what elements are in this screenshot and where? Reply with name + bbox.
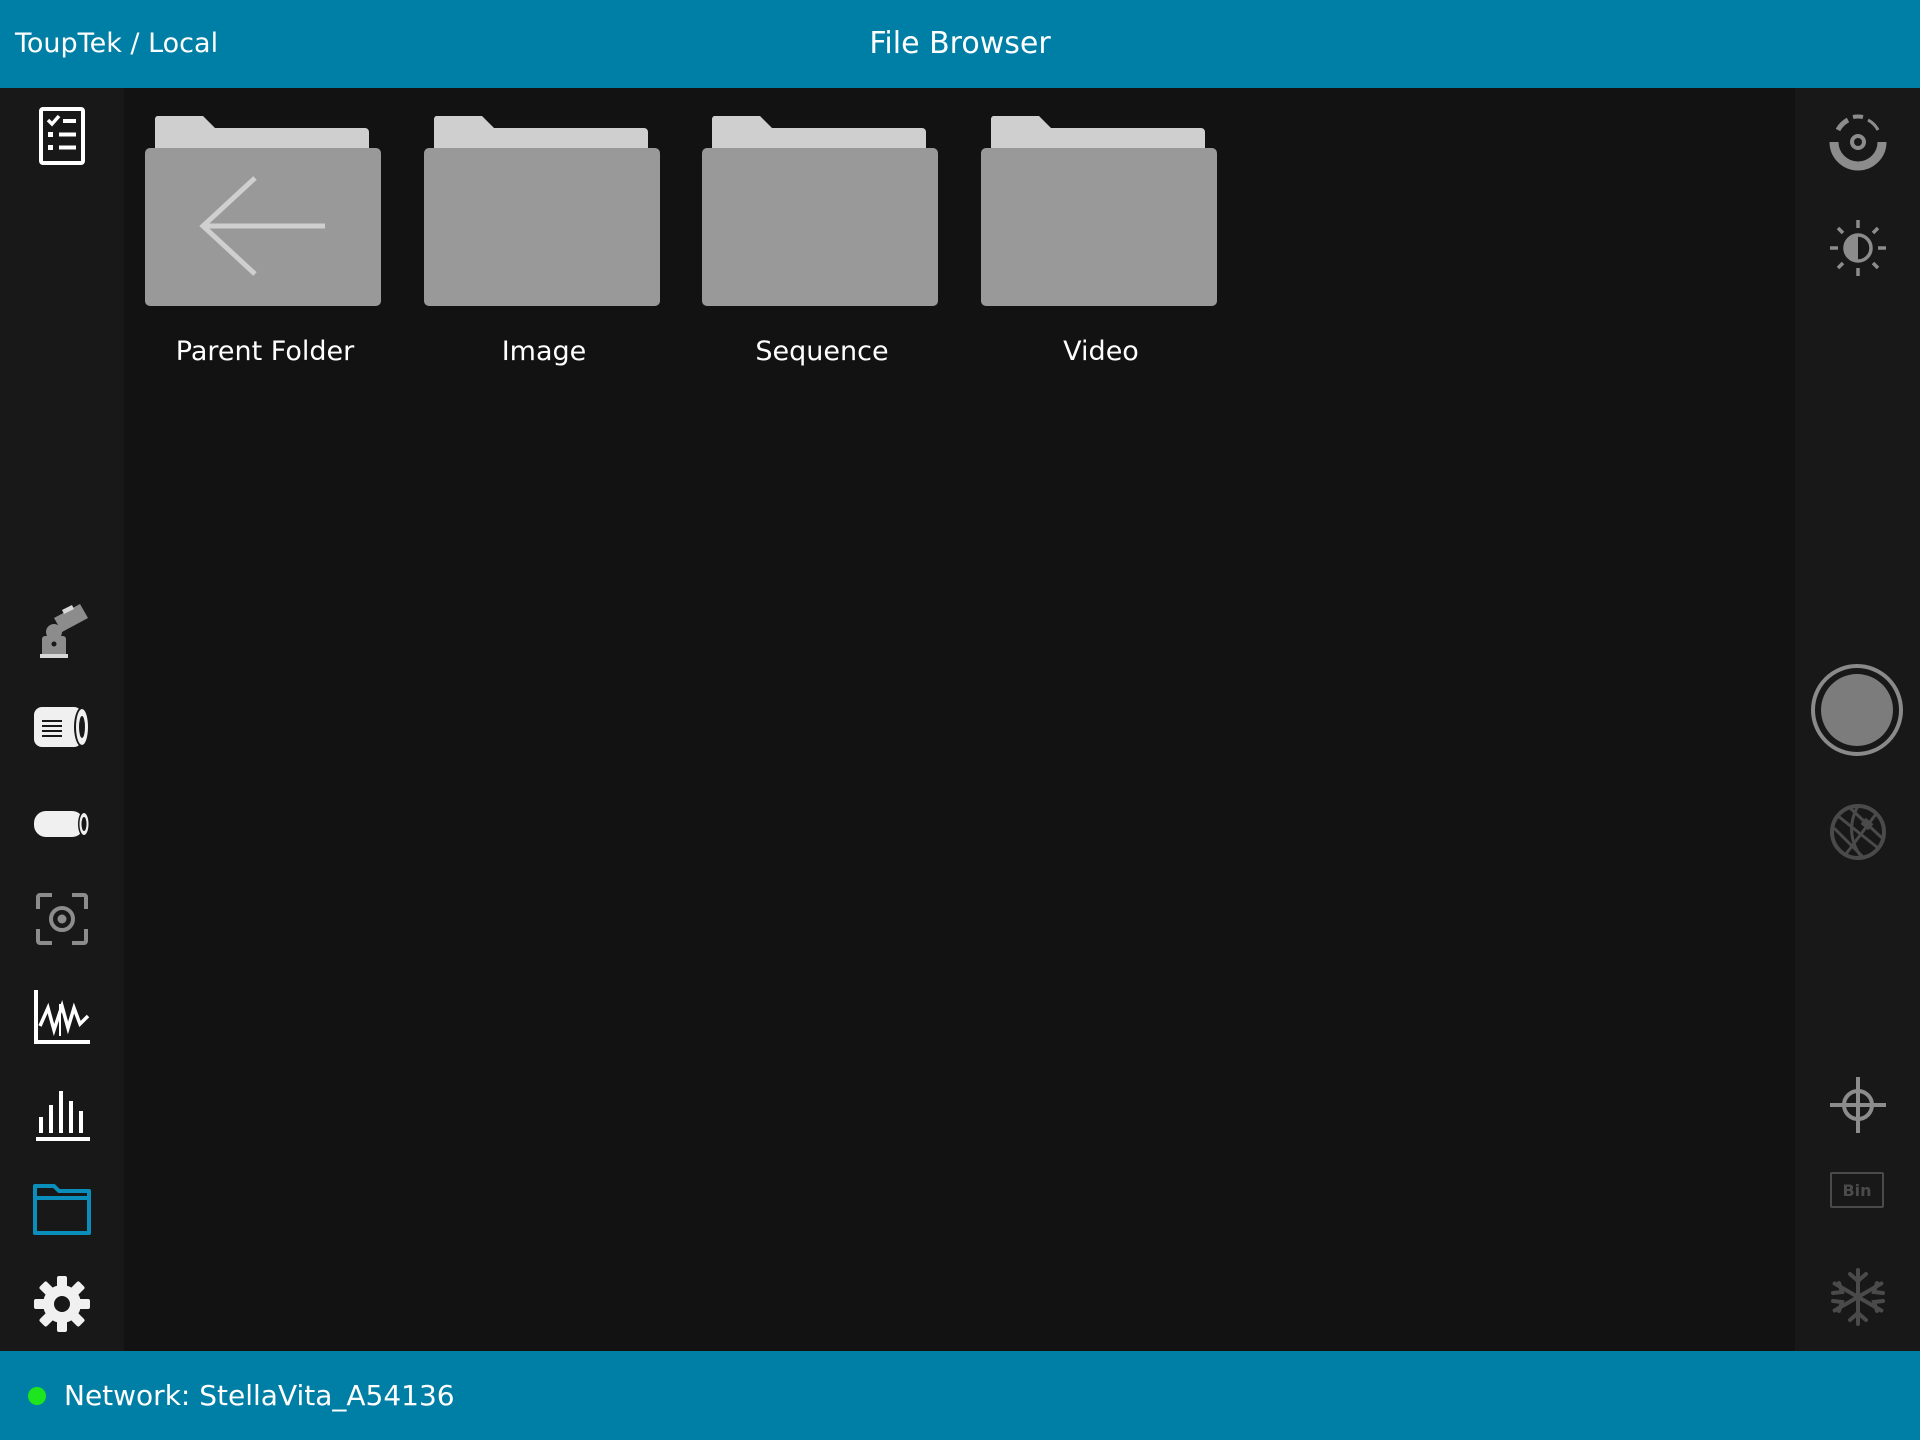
snowflake-icon bbox=[1831, 1268, 1885, 1326]
folder-label: Image bbox=[501, 336, 587, 367]
folder-image[interactable]: Image bbox=[424, 116, 664, 386]
globe-grid-icon bbox=[1830, 804, 1886, 860]
gear-icon bbox=[34, 1276, 90, 1332]
top-bar: ToupTek / Local File Browser bbox=[0, 0, 1920, 88]
folder-icon bbox=[424, 116, 660, 306]
crosshair-button[interactable] bbox=[1826, 1073, 1890, 1137]
folder-label: Parent Folder bbox=[175, 336, 355, 367]
filter-icon bbox=[34, 811, 90, 837]
network-status-dot bbox=[28, 1387, 46, 1405]
telescope-icon bbox=[40, 604, 88, 658]
plate-solve-button[interactable] bbox=[1826, 800, 1890, 864]
status-bar: Network: StellaVita_A54136 bbox=[0, 1351, 1920, 1440]
filter-wheel-button[interactable] bbox=[30, 791, 94, 855]
telescope-button[interactable] bbox=[30, 598, 94, 662]
waveform-chart-icon bbox=[34, 990, 90, 1044]
task-list-button[interactable] bbox=[30, 104, 94, 168]
focus-target-icon bbox=[36, 893, 88, 945]
capture-button[interactable] bbox=[1811, 664, 1903, 756]
folder-icon bbox=[981, 116, 1217, 306]
shutter-icon bbox=[1821, 674, 1893, 746]
histogram-icon bbox=[36, 1091, 90, 1141]
settings-button[interactable] bbox=[30, 1272, 94, 1336]
binning-button[interactable]: Bin bbox=[1830, 1172, 1884, 1208]
breadcrumb[interactable]: ToupTek / Local bbox=[15, 0, 218, 88]
folder-label: Sequence bbox=[755, 336, 889, 367]
cooler-button[interactable] bbox=[1826, 1265, 1890, 1329]
graph-button[interactable] bbox=[30, 984, 94, 1048]
checklist-icon bbox=[39, 107, 85, 165]
folder-icon bbox=[33, 1184, 91, 1235]
back-arrow-icon bbox=[145, 116, 381, 306]
brightness-button[interactable] bbox=[1826, 216, 1890, 280]
brightness-icon bbox=[1830, 220, 1886, 276]
crosshair-icon bbox=[1830, 1077, 1886, 1133]
folder-icon bbox=[702, 116, 938, 306]
file-browser-content: Parent Folder Image Sequence Video bbox=[124, 88, 1795, 1351]
network-status-label: Network: StellaVita_A54136 bbox=[64, 1379, 455, 1412]
exposure-dial-icon bbox=[1829, 114, 1887, 171]
bin-icon: Bin bbox=[1842, 1180, 1872, 1200]
focuser-icon bbox=[34, 707, 90, 747]
folder-sequence[interactable]: Sequence bbox=[702, 116, 942, 386]
histogram-button[interactable] bbox=[30, 1081, 94, 1145]
page-title: File Browser bbox=[869, 26, 1051, 61]
folder-video[interactable]: Video bbox=[981, 116, 1221, 386]
focuser-button[interactable] bbox=[30, 695, 94, 759]
focus-assist-button[interactable] bbox=[30, 887, 94, 951]
exposure-button[interactable] bbox=[1826, 110, 1890, 174]
folder-label: Video bbox=[1063, 336, 1139, 367]
folder-parent[interactable]: Parent Folder bbox=[145, 116, 385, 386]
file-browser-button[interactable] bbox=[30, 1176, 94, 1240]
